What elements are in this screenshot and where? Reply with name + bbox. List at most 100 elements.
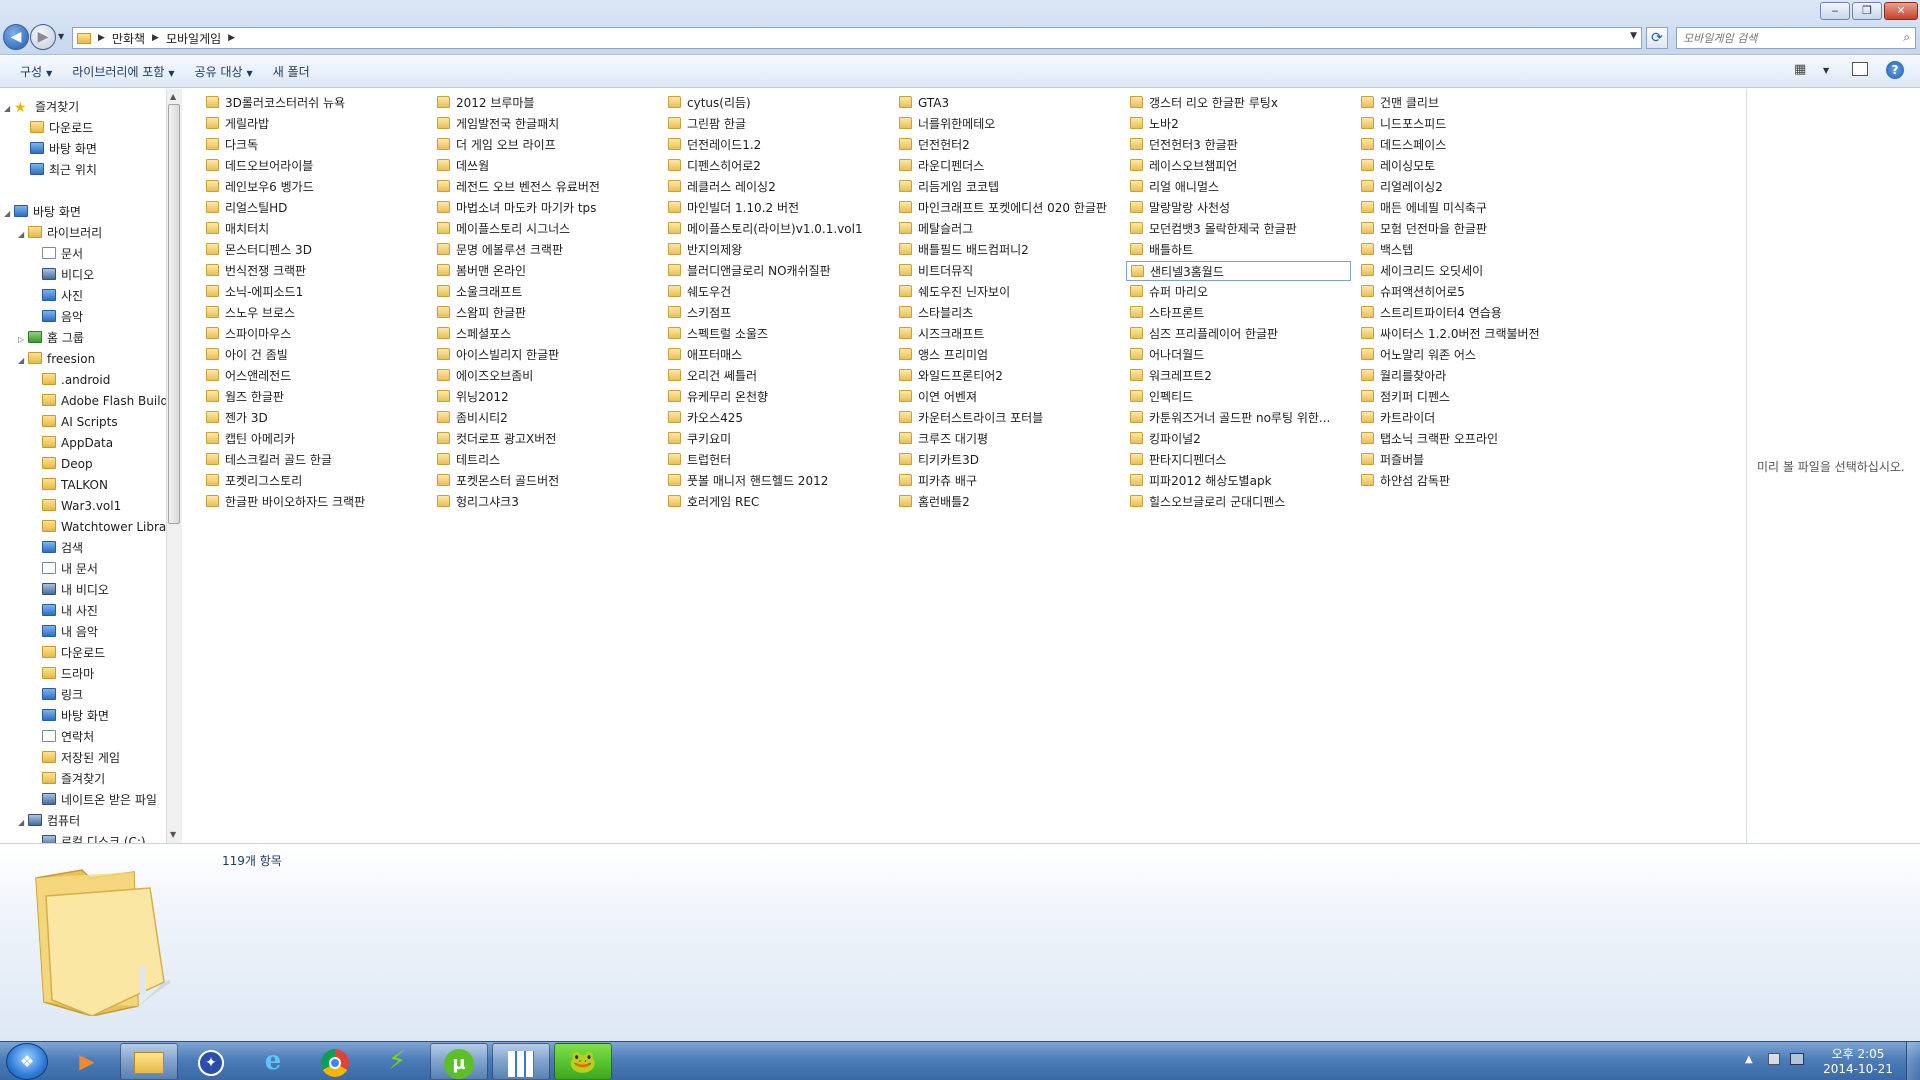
folder-item[interactable]: 포켓리그스토리	[202, 471, 427, 491]
breadcrumb-separator[interactable]: ▶	[228, 33, 235, 43]
nav-user-item[interactable]: Adobe Flash Builder	[42, 391, 180, 411]
expander-icon[interactable]: ◢	[4, 99, 14, 119]
folder-item[interactable]: 카툰워즈거너 골드판 no루팅 위한...	[1126, 408, 1351, 428]
taskbar-media-player[interactable]: ▶	[58, 1043, 116, 1080]
nav-user-item[interactable]: 즐겨찾기	[42, 769, 105, 789]
folder-item[interactable]: 스트리트파이터4 연습용	[1357, 303, 1582, 323]
folder-item[interactable]: 슈퍼액션히어로5	[1357, 282, 1582, 302]
taskbar-internet-explorer[interactable]: e	[244, 1043, 302, 1080]
folder-item[interactable]: 홈런배틀2	[895, 492, 1120, 512]
forward-button[interactable]: ▶	[30, 24, 56, 50]
folder-item-selected[interactable]: 샌티넬3홈월드	[1126, 261, 1351, 281]
folder-item[interactable]: 블러디앤글로리 NO캐쉬질판	[664, 261, 889, 281]
expander-icon[interactable]: ◢	[18, 813, 28, 833]
folder-item[interactable]: 크루즈 대기평	[895, 429, 1120, 449]
folder-item[interactable]: 리듬게임 코코텝	[895, 177, 1120, 197]
folder-item[interactable]: 배틀필드 배드컴퍼니2	[895, 240, 1120, 260]
folder-item[interactable]: 말랑말랑 사천성	[1126, 198, 1351, 218]
nav-user-item[interactable]: 네이트온 받은 파일	[42, 790, 157, 810]
folder-item[interactable]: 배틀하트	[1126, 240, 1351, 260]
folder-item[interactable]: 어스앤레전드	[202, 366, 427, 386]
taskbar-tiles-app[interactable]	[492, 1043, 550, 1080]
clock-date[interactable]: 2014-10-21	[1822, 1062, 1894, 1076]
nav-user-item[interactable]: AppData	[42, 433, 113, 453]
nav-user-item[interactable]: War3.vol1	[42, 496, 121, 516]
folder-item[interactable]: 힐스오브글로리 군대디펜스	[1126, 492, 1351, 512]
folder-item[interactable]: 던전레이드1.2	[664, 135, 889, 155]
folder-item[interactable]: 카운터스트라이크 포터블	[895, 408, 1120, 428]
folder-item[interactable]: 와일드프론티어2	[895, 366, 1120, 386]
folder-item[interactable]: 카트라이더	[1357, 408, 1582, 428]
nav-library-music[interactable]: 음악	[42, 307, 83, 327]
folder-item[interactable]: 던전헌터3 한글판	[1126, 135, 1351, 155]
nav-desktop[interactable]: ◢ 바탕 화면	[4, 202, 81, 222]
folder-item[interactable]: 노바2	[1126, 114, 1351, 134]
folder-item[interactable]: 데드오브어라이블	[202, 156, 427, 176]
scroll-down-icon[interactable]: ▼	[170, 830, 176, 839]
folder-item[interactable]: 스왐피 한글판	[433, 303, 658, 323]
show-hidden-icons-button[interactable]: ▲	[1745, 1054, 1753, 1065]
breadcrumb-item[interactable]: 모바일게임	[166, 30, 221, 47]
folder-item[interactable]: 게릴라밥	[202, 114, 427, 134]
taskbar-green-app[interactable]: ⚡	[368, 1043, 426, 1080]
folder-item[interactable]: 테트리스	[433, 450, 658, 470]
folder-item[interactable]: 애프터매스	[664, 345, 889, 365]
breadcrumb-separator[interactable]: ▶	[152, 33, 159, 43]
nav-user-item[interactable]: 내 음악	[42, 622, 98, 642]
expander-icon[interactable]: ◢	[4, 204, 14, 224]
taskbar-utorrent[interactable]: µ	[430, 1043, 488, 1080]
nav-favorites[interactable]: ◢ ★ 즐겨찾기	[4, 97, 79, 117]
folder-item[interactable]: 어나더월드	[1126, 345, 1351, 365]
address-bar[interactable]: ▶ 만화책 ▶ 모바일게임 ▶ ▼	[72, 27, 1642, 49]
folder-item[interactable]: 문명 에볼루션 크랙판	[433, 240, 658, 260]
folder-item[interactable]: 쉐도우진 닌자보이	[895, 282, 1120, 302]
folder-item[interactable]: 심즈 프리플레이어 한글판	[1126, 324, 1351, 344]
folder-item[interactable]: 비트더뮤직	[895, 261, 1120, 281]
folder-item[interactable]: 스노우 브로스	[202, 303, 427, 323]
folder-item[interactable]: 다크독	[202, 135, 427, 155]
taskbar-explorer[interactable]	[120, 1043, 178, 1080]
folder-item[interactable]: 더 게임 오브 라이프	[433, 135, 658, 155]
breadcrumb-separator[interactable]: ▶	[98, 33, 105, 43]
nav-downloads[interactable]: 다운로드	[30, 118, 93, 138]
search-box[interactable]: ⌕	[1676, 27, 1916, 49]
nav-libraries[interactable]: ◢ 라이브러리	[18, 223, 102, 243]
folder-item[interactable]: 유케무리 온천향	[664, 387, 889, 407]
nav-homegroup[interactable]: ▷ 홈 그룹	[18, 328, 84, 348]
expander-icon[interactable]: ◢	[18, 225, 28, 245]
folder-item[interactable]: 리얼스틸HD	[202, 198, 427, 218]
folder-item[interactable]: 컷더로프 광고X버전	[433, 429, 658, 449]
view-options-icon[interactable]: ▦	[1794, 62, 1806, 77]
folder-item[interactable]: 메탈슬러그	[895, 219, 1120, 239]
new-folder-button[interactable]: 새 폴더	[263, 60, 320, 84]
folder-item[interactable]: 리얼 애니멀스	[1126, 177, 1351, 197]
folder-item[interactable]: 갱스터 리오 한글판 루팅x	[1126, 93, 1351, 113]
nav-user-item[interactable]: 드라마	[42, 664, 94, 684]
folder-item[interactable]: 월리를찾아라	[1357, 366, 1582, 386]
clock-time[interactable]: 오후 2:05	[1826, 1045, 1890, 1062]
folder-item[interactable]: 소닉-에피소드1	[202, 282, 427, 302]
folder-item[interactable]: 니드포스피드	[1357, 114, 1582, 134]
folder-item[interactable]: 그린팜 한글	[664, 114, 889, 134]
folder-item[interactable]: 앵스 프리미엄	[895, 345, 1120, 365]
folder-item[interactable]: 판타지디펜더스	[1126, 450, 1351, 470]
nav-user-folder[interactable]: ◢ freesion	[18, 349, 95, 369]
folder-item[interactable]: 스타프론트	[1126, 303, 1351, 323]
folder-item[interactable]: 레전드 오브 벤전스 유료버전	[433, 177, 658, 197]
expander-icon[interactable]: ◢	[18, 351, 28, 371]
folder-item[interactable]: 이연 어벤져	[895, 387, 1120, 407]
nav-recent-places[interactable]: 최근 위치	[30, 160, 97, 180]
folder-item[interactable]: 봄버맨 온라인	[433, 261, 658, 281]
folder-item[interactable]: 마인크래프트 포켓에디션 020 한글판	[895, 198, 1120, 218]
back-button[interactable]: ◀	[3, 24, 29, 50]
folder-item[interactable]: GTA3	[895, 93, 1120, 113]
nav-library-pictures[interactable]: 사진	[42, 286, 83, 306]
nav-user-item[interactable]: Deop	[42, 454, 93, 474]
folder-item[interactable]: 싸이터스 1.2.0버전 크랙불버전	[1357, 324, 1582, 344]
nav-user-item[interactable]: .android	[42, 370, 110, 390]
folder-item[interactable]: 시즈크래프트	[895, 324, 1120, 344]
folder-item[interactable]: 메이플스토리 시그너스	[433, 219, 658, 239]
nav-user-item[interactable]: 내 비디오	[42, 580, 109, 600]
folder-item[interactable]: 한글판 바이오하자드 크랙판	[202, 492, 427, 512]
folder-item[interactable]: 스페셜포스	[433, 324, 658, 344]
